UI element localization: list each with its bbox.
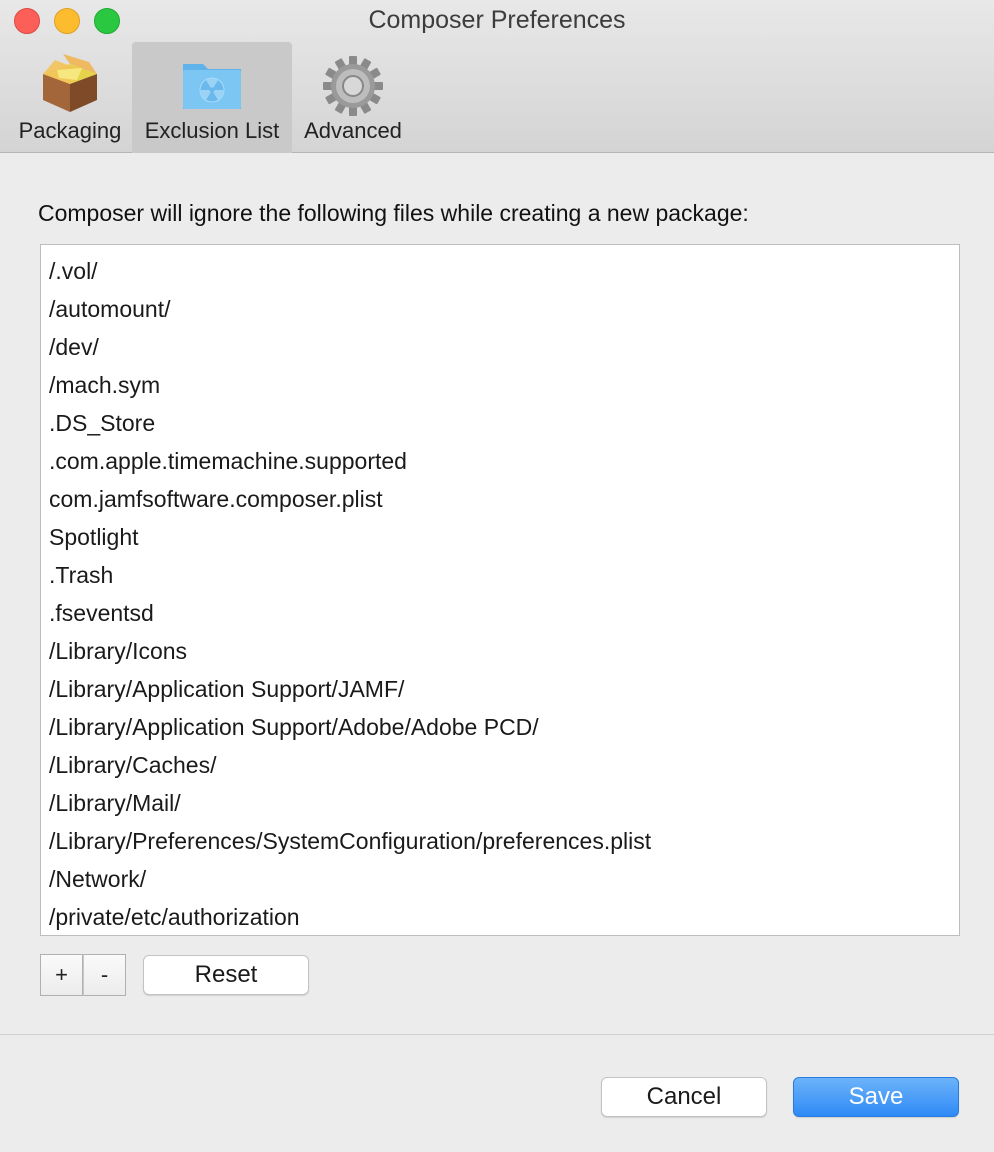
list-item[interactable]: /Library/Caches/ — [41, 746, 959, 784]
package-box-icon — [37, 50, 103, 116]
title-bar: Composer Preferences Packaging Exclusion… — [0, 0, 994, 153]
folder-radiation-icon — [179, 50, 245, 116]
exclusion-list[interactable]: /.vol/ /automount/ /dev/ /mach.sym .DS_S… — [40, 244, 960, 936]
list-item[interactable]: /mach.sym — [41, 366, 959, 404]
list-item[interactable]: /private/etc/authorization — [41, 898, 959, 935]
preferences-window: Composer Preferences Packaging Exclusion… — [0, 0, 994, 1152]
list-item[interactable]: /automount/ — [41, 290, 959, 328]
list-item[interactable]: /Library/Mail/ — [41, 784, 959, 822]
tab-advanced[interactable]: Advanced — [294, 42, 412, 153]
list-item[interactable]: /dev/ — [41, 328, 959, 366]
list-item[interactable]: /Network/ — [41, 860, 959, 898]
list-item[interactable]: /Library/Application Support/Adobe/Adobe… — [41, 708, 959, 746]
list-item[interactable]: Spotlight — [41, 518, 959, 556]
remove-item-button[interactable]: - — [83, 954, 126, 996]
list-item[interactable]: /Library/Application Support/JAMF/ — [41, 670, 959, 708]
tab-exclusion-list-label: Exclusion List — [144, 118, 280, 143]
footer-divider — [0, 1034, 994, 1035]
list-item[interactable]: /.vol/ — [41, 252, 959, 290]
tab-exclusion-list[interactable]: Exclusion List — [132, 42, 292, 153]
list-item[interactable]: com.jamfsoftware.composer.plist — [41, 480, 959, 518]
list-item[interactable]: .Trash — [41, 556, 959, 594]
exclusion-description: Composer will ignore the following files… — [38, 200, 749, 226]
tab-packaging[interactable]: Packaging — [10, 42, 130, 153]
list-item[interactable]: .com.apple.timemachine.supported — [41, 442, 959, 480]
tab-advanced-label: Advanced — [304, 118, 402, 143]
reset-button[interactable]: Reset — [143, 955, 309, 995]
add-item-button[interactable]: + — [40, 954, 83, 996]
list-item[interactable]: /Library/Icons — [41, 632, 959, 670]
tab-packaging-label: Packaging — [18, 118, 122, 143]
window-title: Composer Preferences — [368, 6, 626, 34]
gear-icon — [320, 50, 386, 116]
list-item[interactable]: /Library/Preferences/SystemConfiguration… — [41, 822, 959, 860]
save-button[interactable]: Save — [793, 1077, 959, 1117]
list-item[interactable]: .fseventsd — [41, 594, 959, 632]
list-item[interactable]: .DS_Store — [41, 404, 959, 442]
cancel-button[interactable]: Cancel — [601, 1077, 767, 1117]
